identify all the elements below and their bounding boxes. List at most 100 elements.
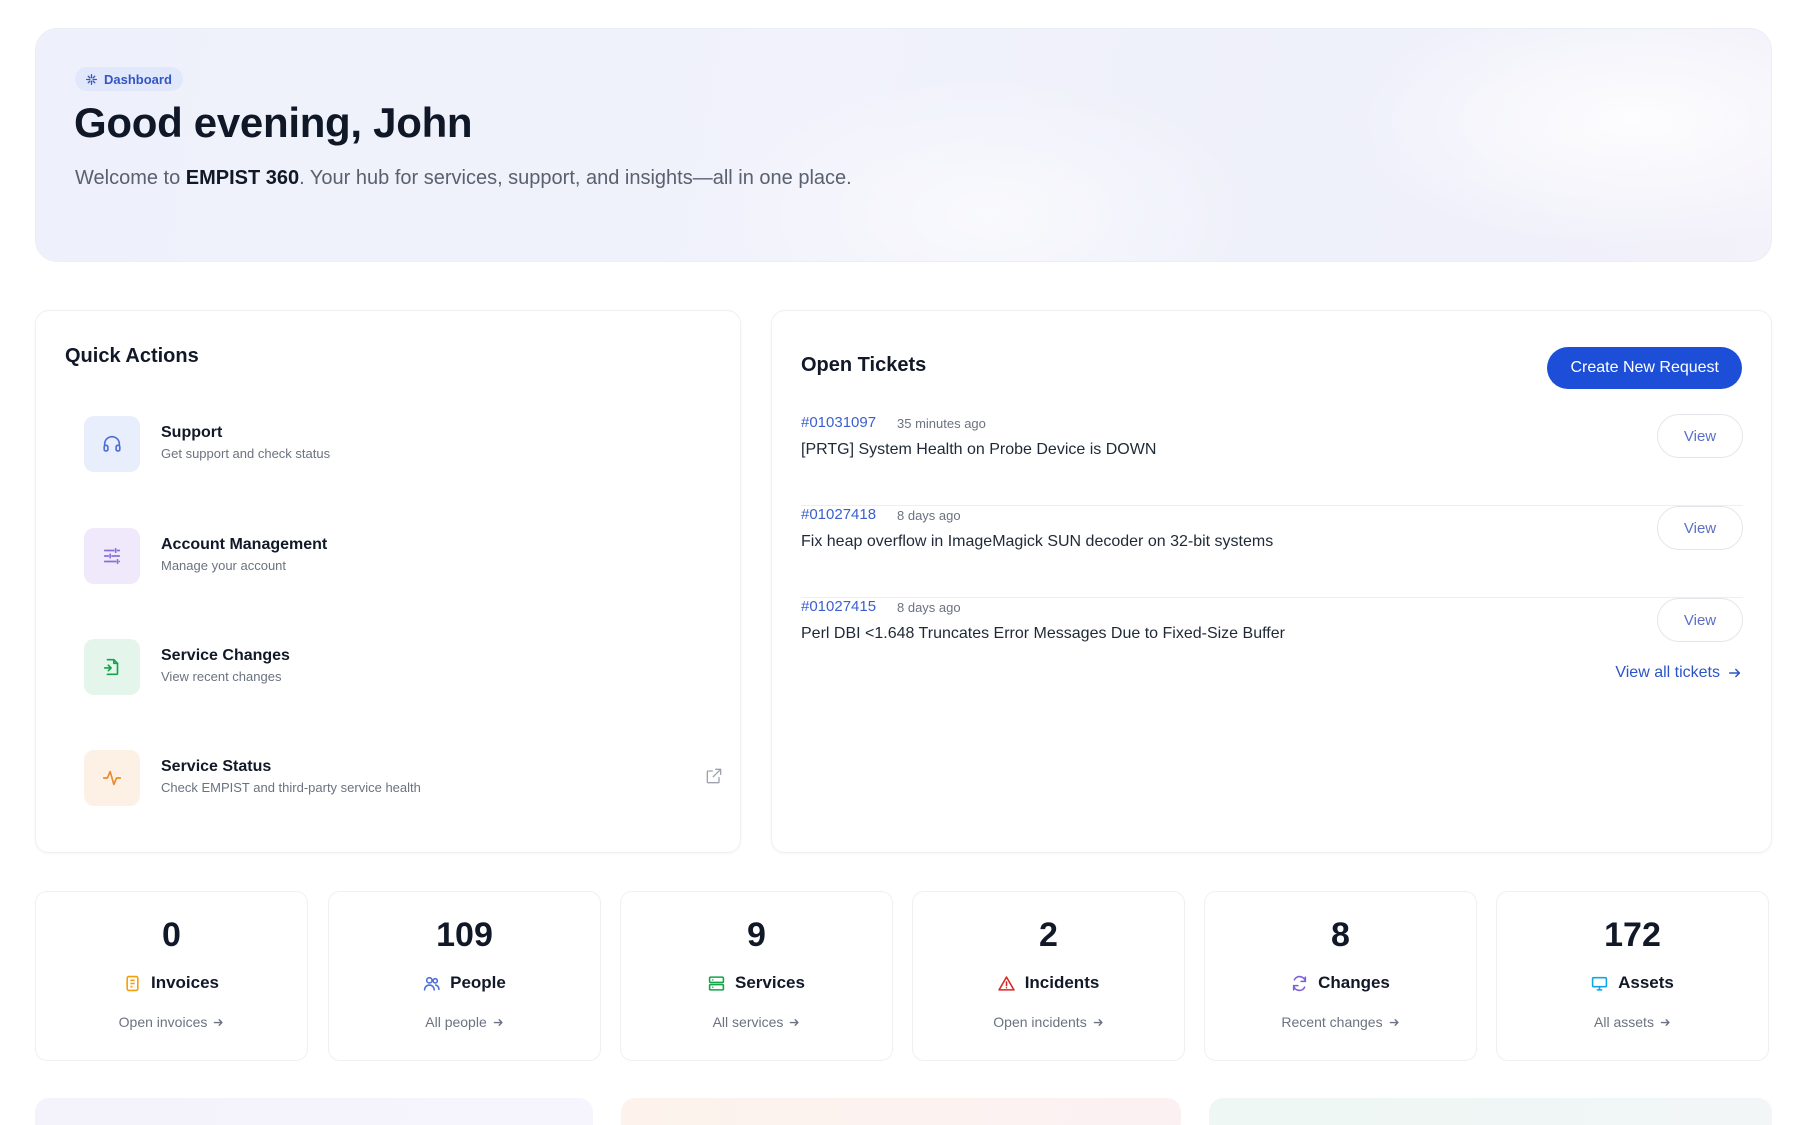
quick-action-service-status[interactable]: Service Status Check EMPIST and third-pa… — [84, 748, 724, 808]
ticket-time: 8 days ago — [897, 600, 961, 615]
stat-label: Incidents — [913, 973, 1184, 993]
stat-card-people[interactable]: 109 People All people — [328, 891, 601, 1061]
arrow-right-icon — [1660, 1018, 1670, 1026]
stat-label-text: Incidents — [1024, 973, 1100, 992]
quick-action-desc: Manage your account — [161, 558, 287, 573]
stat-link[interactable]: Open incidents — [913, 1014, 1184, 1030]
arrow-right-icon — [493, 1018, 503, 1026]
stat-label: People — [329, 973, 600, 993]
server-icon — [708, 975, 725, 991]
stat-link-text: All services — [712, 1014, 784, 1030]
sliders-icon — [84, 528, 140, 584]
refresh-icon — [1292, 975, 1307, 991]
stat-value: 0 — [162, 916, 181, 954]
arrow-right-icon — [1728, 668, 1741, 678]
view-ticket-button[interactable]: View — [1657, 506, 1743, 550]
activity-icon — [84, 750, 140, 806]
page-title: Good evening, John — [74, 99, 473, 146]
view-all-label: View all tickets — [1615, 664, 1720, 681]
quick-action-desc: View recent changes — [161, 669, 282, 684]
ticket-time: 35 minutes ago — [897, 416, 986, 431]
stat-label: Assets — [1497, 973, 1768, 993]
quick-actions-title: Quick Actions — [65, 345, 199, 367]
stat-label: Invoices — [36, 973, 307, 993]
arrow-right-icon — [1093, 1018, 1103, 1026]
stat-link-text: All assets — [1594, 1014, 1654, 1030]
quick-action-desc: Get support and check status — [161, 446, 331, 461]
stat-link[interactable]: Open invoices — [36, 1014, 307, 1030]
ticket-time: 8 days ago — [897, 508, 961, 523]
ticket-row: #01031097 35 minutes ago [PRTG] System H… — [801, 414, 1743, 506]
file-change-icon — [84, 639, 140, 695]
stat-link[interactable]: All people — [329, 1014, 600, 1030]
stat-link[interactable]: All assets — [1497, 1014, 1768, 1030]
stat-label-text: Changes — [1318, 973, 1390, 992]
quick-action-name: Service Changes — [161, 647, 290, 664]
ticket-id[interactable]: #01031097 — [801, 414, 876, 431]
stat-link-text: All people — [425, 1014, 487, 1030]
invoice-icon — [126, 975, 139, 991]
stat-label: Changes — [1205, 973, 1476, 993]
stat-card-invoices[interactable]: 0 Invoices Open invoices — [35, 891, 308, 1061]
quick-action-name: Support — [161, 424, 223, 441]
stat-value: 2 — [1039, 916, 1058, 954]
ticket-title: Fix heap overflow in ImageMagick SUN dec… — [801, 533, 1274, 550]
view-all-tickets-link[interactable]: View all tickets — [1615, 664, 1742, 682]
open-tickets-title: Open Tickets — [801, 354, 927, 376]
stat-link[interactable]: All services — [621, 1014, 892, 1030]
bottom-panel-right — [1209, 1098, 1772, 1125]
monitor-icon — [1591, 976, 1608, 991]
stat-link-text: Recent changes — [1281, 1014, 1383, 1030]
stat-label-text: People — [450, 973, 506, 992]
stat-value: 172 — [1604, 916, 1661, 954]
badge-label: Dashboard — [104, 71, 172, 87]
stat-link[interactable]: Recent changes — [1205, 1014, 1476, 1030]
warning-icon — [997, 975, 1015, 991]
sparkle-icon — [85, 73, 98, 85]
arrow-right-icon — [790, 1018, 800, 1026]
arrow-right-icon — [1389, 1018, 1399, 1026]
ticket-id[interactable]: #01027418 — [801, 506, 876, 523]
stat-value: 8 — [1331, 916, 1350, 954]
people-icon — [423, 976, 440, 991]
stat-card-incidents[interactable]: 2 Incidents Open incidents — [912, 891, 1185, 1061]
create-new-request-button[interactable]: Create New Request — [1547, 347, 1742, 389]
subtitle-suffix: . Your hub for services, support, and in… — [299, 167, 852, 189]
bottom-panel-middle — [621, 1098, 1181, 1125]
stat-label-text: Services — [735, 973, 805, 992]
stat-card-changes[interactable]: 8 Changes Recent changes — [1204, 891, 1477, 1061]
bottom-panel-left — [35, 1098, 593, 1125]
stat-card-services[interactable]: 9 Services All services — [620, 891, 893, 1061]
external-link-icon[interactable] — [704, 766, 724, 786]
ticket-row: #01027415 8 days ago Perl DBI <1.648 Tru… — [801, 598, 1743, 690]
stat-value: 109 — [436, 916, 493, 954]
quick-action-name: Account Management — [161, 536, 328, 553]
stat-card-assets[interactable]: 172 Assets All assets — [1496, 891, 1769, 1061]
ticket-title: [PRTG] System Health on Probe Device is … — [801, 441, 1157, 458]
welcome-hero: Dashboard Good evening, John Welcome to … — [35, 28, 1772, 262]
quick-action-service-changes[interactable]: Service Changes View recent changes — [84, 637, 724, 697]
welcome-subtitle: Welcome to EMPIST 360. Your hub for serv… — [75, 161, 895, 195]
subtitle-prefix: Welcome to — [75, 167, 186, 189]
stat-link-text: Open incidents — [993, 1014, 1087, 1030]
arrow-right-icon — [214, 1018, 223, 1026]
stat-label: Services — [621, 973, 892, 993]
dashboard-badge: Dashboard — [75, 67, 183, 91]
quick-action-support[interactable]: Support Get support and check status — [84, 414, 724, 474]
stat-label-text: Invoices — [150, 973, 220, 992]
quick-action-name: Service Status — [161, 758, 272, 775]
stat-label-text: Assets — [1618, 973, 1674, 992]
ticket-row: #01027418 8 days ago Fix heap overflow i… — [801, 506, 1743, 598]
quick-action-account-management[interactable]: Account Management Manage your account — [84, 526, 724, 586]
brand-name: EMPIST 360 — [185, 167, 300, 189]
quick-action-desc: Check EMPIST and third-party service hea… — [161, 780, 421, 795]
view-ticket-button[interactable]: View — [1657, 414, 1743, 458]
stat-link-text: Open invoices — [118, 1014, 208, 1030]
ticket-title: Perl DBI <1.648 Truncates Error Messages… — [801, 625, 1285, 642]
headphones-icon — [84, 416, 140, 472]
open-tickets-card: Open Tickets Create New Request #0103109… — [771, 310, 1772, 853]
view-ticket-button[interactable]: View — [1657, 598, 1743, 642]
stat-value: 9 — [747, 916, 766, 954]
quick-actions-card: Quick Actions Support Get support and ch… — [35, 310, 741, 853]
ticket-id[interactable]: #01027415 — [801, 598, 876, 615]
